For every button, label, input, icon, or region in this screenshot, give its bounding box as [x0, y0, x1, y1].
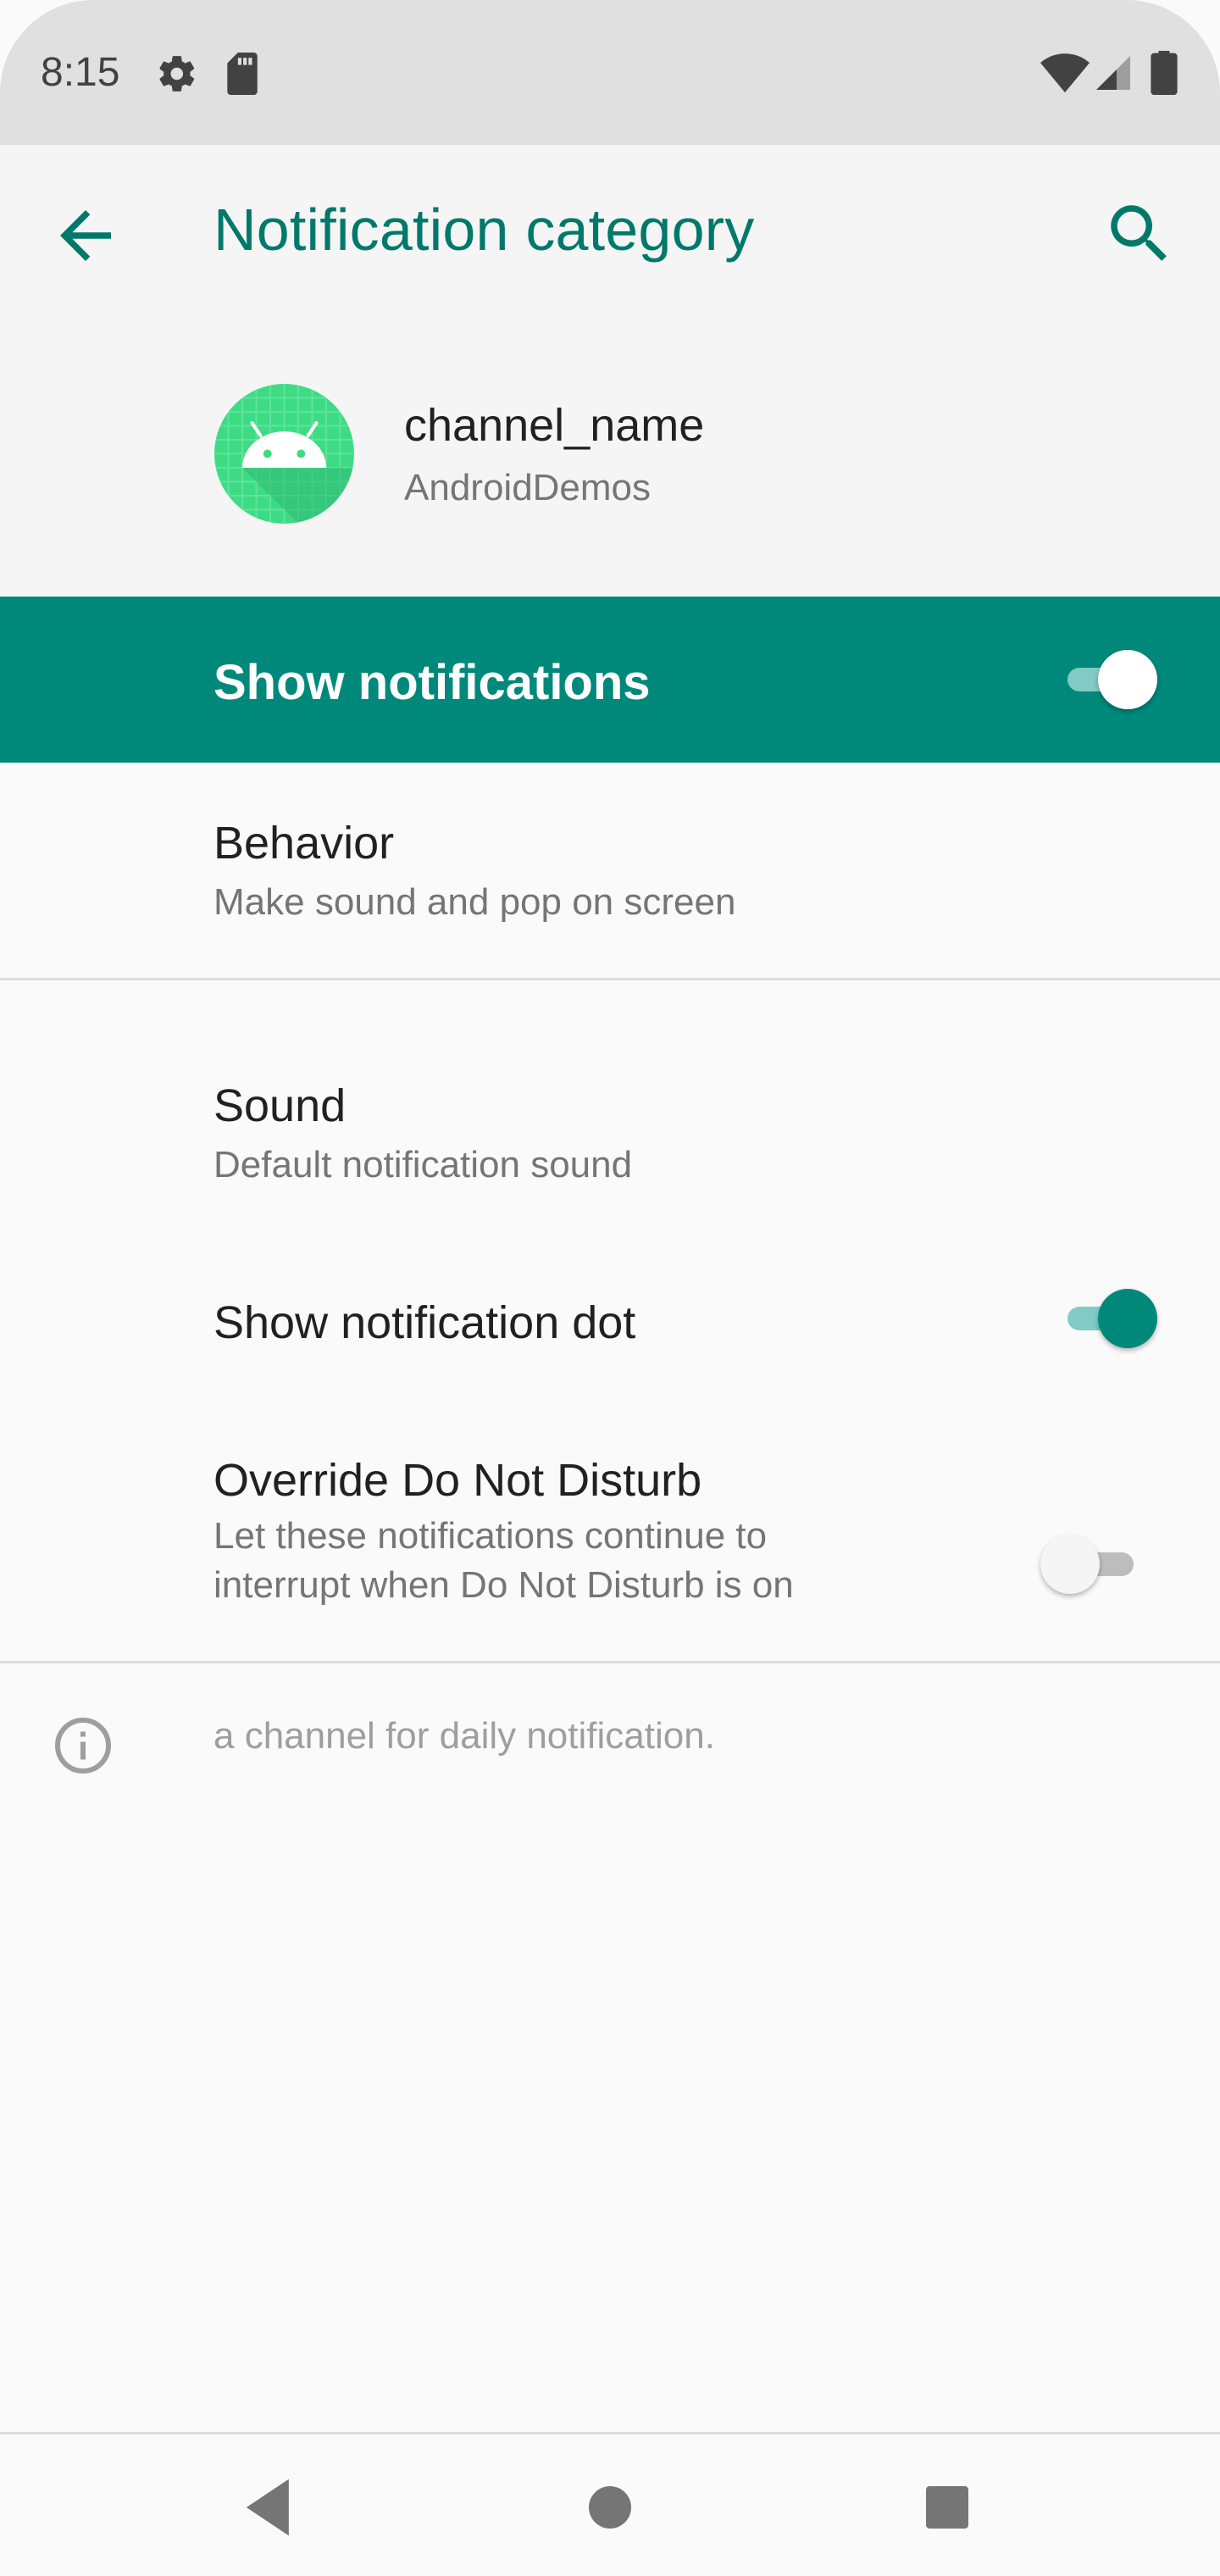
page-title: Notification category [214, 197, 755, 263]
recents-square-icon [926, 2486, 968, 2529]
search-button[interactable] [1101, 196, 1178, 272]
info-icon [55, 1718, 111, 1774]
show-notifications-row[interactable]: Show notifications [0, 597, 1220, 763]
search-icon [1111, 205, 1167, 261]
show-notifications-switch[interactable] [1059, 646, 1161, 713]
behavior-item[interactable]: Behavior Make sound and pop on screen [0, 763, 1220, 978]
sound-item[interactable]: Sound Default notification sound [0, 1042, 1220, 1246]
settings-screen: 8:15 Notification category channel_name … [0, 0, 1220, 2576]
signal-icon [1096, 56, 1130, 90]
android-app-icon [214, 384, 354, 524]
nav-home-button[interactable] [568, 2465, 652, 2550]
settings-icon [159, 56, 195, 92]
behavior-title: Behavior [214, 818, 395, 869]
sound-title: Sound [214, 1080, 347, 1131]
divider [0, 1661, 1220, 1663]
override-dnd-summary-line1: Let these notifications continue to [214, 1515, 768, 1557]
nav-back-button[interactable] [229, 2465, 313, 2550]
notification-dot-item[interactable]: Show notification dot [0, 1254, 1220, 1390]
sd-card-icon [227, 53, 258, 95]
channel-name: channel_name [404, 400, 705, 451]
override-dnd-summary-line2: interrupt when Do Not Disturb is on [214, 1564, 794, 1606]
override-dnd-item[interactable]: Override Do Not Disturb Let these notifi… [0, 1424, 1220, 1661]
app-name: AndroidDemos [404, 467, 652, 508]
arrow-back-icon [60, 210, 111, 261]
wifi-icon [1040, 53, 1090, 93]
home-circle-icon [589, 2486, 631, 2529]
sound-summary: Default notification sound [214, 1144, 633, 1185]
back-triangle-icon [246, 2479, 289, 2536]
behavior-summary: Make sound and pop on screen [214, 881, 736, 923]
status-bar: 8:15 [0, 0, 1220, 145]
override-dnd-switch[interactable] [1040, 1530, 1142, 1598]
switch-thumb [1098, 1289, 1157, 1348]
notification-dot-title: Show notification dot [214, 1297, 636, 1348]
status-time: 8:15 [41, 50, 120, 95]
divider [0, 978, 1220, 980]
nav-recents-button[interactable] [905, 2465, 990, 2550]
switch-thumb [1098, 650, 1157, 709]
app-header: Notification category channel_name Andro… [0, 145, 1220, 597]
battery-icon [1151, 51, 1178, 95]
notification-dot-switch[interactable] [1059, 1285, 1161, 1352]
show-notifications-label: Show notifications [214, 655, 651, 710]
override-dnd-title: Override Do Not Disturb [214, 1455, 702, 1506]
channel-description: a channel for daily notification. [214, 1715, 715, 1757]
switch-thumb [1040, 1535, 1100, 1594]
back-button[interactable] [47, 197, 124, 274]
system-nav-bar [0, 2432, 1220, 2576]
